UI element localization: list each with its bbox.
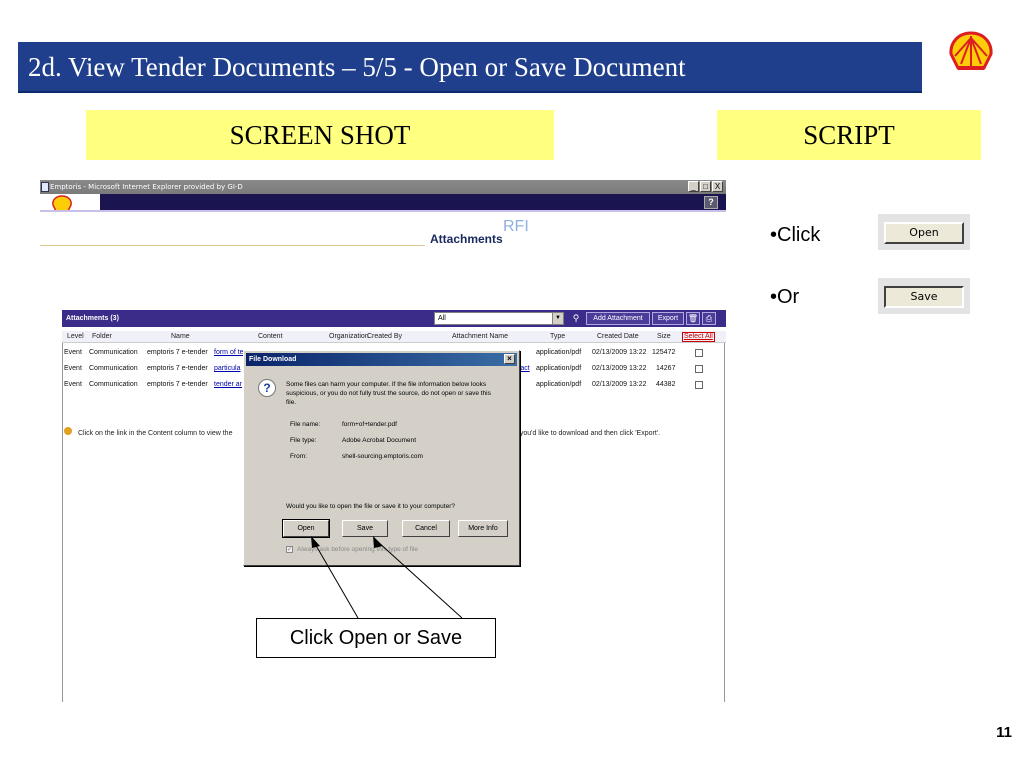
cell-folder: Communication	[89, 349, 138, 356]
col-name[interactable]: Name	[171, 333, 190, 340]
col-attachment-name[interactable]: Attachment Name	[452, 333, 508, 340]
print-icon[interactable]: ⎙	[702, 312, 716, 325]
file-type-value: Adobe Acrobat Document	[342, 437, 417, 444]
script-open-button: Open	[884, 222, 964, 244]
cell-folder: Communication	[89, 365, 138, 372]
cell-type: application/pdf	[536, 349, 582, 356]
cell-name: emptoris 7 e-tender	[147, 381, 208, 388]
always-ask-checkbox[interactable]: ✓	[286, 546, 293, 553]
cell-date: 02/13/2009 13:22	[592, 381, 647, 388]
callout-box: Click Open or Save	[256, 618, 496, 658]
chevron-down-icon[interactable]: ▼	[552, 313, 563, 324]
dialog-title: File Download	[249, 356, 297, 363]
save-button[interactable]: Save	[342, 520, 388, 537]
browser-title: Emptoris - Microsoft Internet Explorer p…	[50, 183, 243, 191]
cell-type: application/pdf	[536, 381, 582, 388]
file-type-label: File type:	[290, 437, 317, 444]
content-border-left	[62, 343, 63, 702]
trash-icon[interactable]: 🗑	[686, 312, 700, 325]
col-content[interactable]: Content	[258, 333, 283, 340]
from-label: From:	[290, 453, 307, 460]
content-border-right	[724, 343, 725, 702]
select-all-link[interactable]: Select All	[682, 332, 715, 342]
filter-select-value: All	[438, 315, 446, 322]
script-or-text: •Or	[770, 286, 800, 308]
hint-text-left: Click on the link in the Content column …	[78, 430, 233, 437]
cell-size: 44382	[656, 381, 676, 388]
from-value: shell-sourcing.emptoris.com	[342, 453, 423, 460]
hint-text-right: e you'd like to download and then click …	[514, 430, 661, 437]
cell-size: 14267	[656, 365, 676, 372]
row-checkbox[interactable]	[695, 365, 703, 373]
lightbulb-icon	[64, 427, 72, 435]
cell-level: Event	[64, 349, 82, 356]
close-icon[interactable]: ×	[504, 354, 515, 364]
browser-titlebar: Emptoris - Microsoft Internet Explorer p…	[40, 180, 726, 194]
page-number: 11	[996, 724, 1012, 741]
rfi-label: RFI	[503, 218, 529, 235]
cell-content-link[interactable]: tender ar	[214, 378, 242, 391]
open-button[interactable]: Open	[282, 519, 330, 538]
app-header-bar	[100, 194, 726, 210]
col-size[interactable]: Size	[657, 333, 671, 340]
col-type[interactable]: Type	[550, 333, 565, 340]
export-button[interactable]: Export	[652, 312, 684, 325]
col-created-by[interactable]: Created By	[367, 333, 402, 340]
cell-name: emptoris 7 e-tender	[147, 349, 208, 356]
cell-date: 02/13/2009 13:22	[592, 365, 647, 372]
file-download-dialog: File Download × ? Some files can harm yo…	[243, 350, 520, 566]
cell-content-link[interactable]: particula	[214, 362, 240, 375]
row-checkbox[interactable]	[695, 349, 703, 357]
dialog-warning-text: Some files can harm your computer. If th…	[286, 381, 491, 406]
file-name-value: form+of+tender.pdf	[342, 421, 397, 428]
more-info-button[interactable]: More Info	[458, 520, 508, 537]
close-window-button[interactable]: X	[712, 181, 723, 192]
minimize-button[interactable]: _	[688, 181, 699, 192]
filter-select[interactable]: All ▼	[434, 312, 564, 325]
app-header-stripe	[40, 210, 726, 212]
cell-level: Event	[64, 381, 82, 388]
grid-title: Attachments (3)	[66, 315, 119, 322]
ie-icon	[41, 182, 49, 192]
screenshot-label: SCREEN SHOT	[86, 110, 554, 160]
col-organization[interactable]: Organization	[329, 333, 369, 340]
script-save-button: Save	[884, 286, 964, 308]
col-level[interactable]: Level	[67, 333, 84, 340]
dialog-titlebar: File Download ×	[246, 353, 517, 366]
add-attachment-button[interactable]: Add Attachment	[586, 312, 650, 325]
slide-title: 2d. View Tender Documents – 5/5 - Open o…	[18, 42, 922, 93]
maximize-button[interactable]: □	[700, 181, 711, 192]
file-name-label: File name:	[290, 421, 321, 428]
attachments-heading: Attachments	[430, 232, 503, 246]
dialog-question: Would you like to open the file or save …	[286, 503, 455, 510]
cell-level: Event	[64, 365, 82, 372]
always-ask-label: Always ask before opening this type of f…	[297, 546, 419, 553]
script-open-button-frame: Open	[878, 214, 970, 250]
cell-size: 125472	[652, 349, 676, 356]
col-folder[interactable]: Folder	[92, 333, 112, 340]
cell-name: emptoris 7 e-tender	[147, 365, 208, 372]
cell-content-link[interactable]: form of te	[214, 346, 244, 359]
cancel-button[interactable]: Cancel	[402, 520, 450, 537]
cell-folder: Communication	[89, 381, 138, 388]
row-checkbox[interactable]	[695, 381, 703, 389]
col-created-date[interactable]: Created Date	[597, 333, 639, 340]
cell-type: application/pdf	[536, 365, 582, 372]
shell-logo-icon	[949, 31, 993, 70]
help-button[interactable]: ?	[704, 196, 718, 209]
heading-rule	[40, 245, 425, 246]
cell-date: 02/13/2009 13:22	[592, 349, 647, 356]
script-click-text: •Click	[770, 224, 821, 246]
question-icon: ?	[258, 379, 276, 397]
binoculars-icon[interactable]: ⚲	[570, 311, 582, 325]
script-save-button-frame: Save	[878, 278, 970, 314]
script-label: SCRIPT	[717, 110, 981, 160]
